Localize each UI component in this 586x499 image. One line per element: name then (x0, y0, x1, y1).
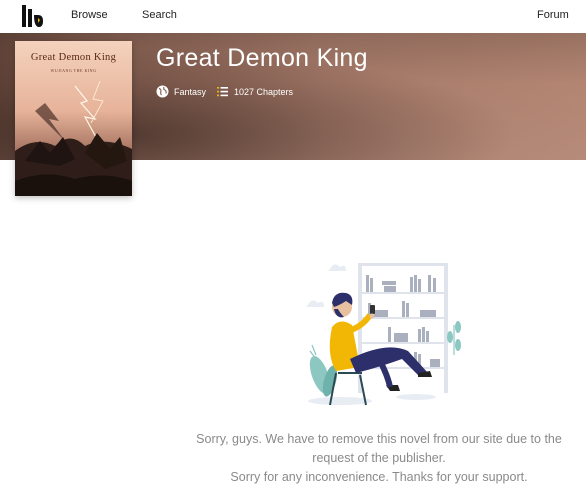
book-genre-label: Fantasy (174, 86, 207, 97)
cover-title: Great Demon King (30, 52, 117, 63)
cover-subtitle: WUJIANG THE KING (50, 68, 97, 73)
removal-notice-line-1: Sorry, guys. We have to remove this nove… (196, 432, 562, 465)
nav-browse-link[interactable]: Browse (71, 9, 108, 21)
book-cover-art (15, 41, 132, 196)
nav-search-link[interactable]: Search (142, 9, 177, 21)
book-genre[interactable]: Fantasy (156, 85, 206, 98)
book-chapters-label: 1027 Chapters (234, 86, 294, 97)
site-logo-icon[interactable] (20, 3, 44, 29)
reading-person-illustration (290, 255, 470, 415)
removal-notice: Sorry, guys. We have to remove this nove… (190, 430, 568, 487)
top-navigation: Browse Search Forum (0, 0, 586, 33)
list-icon (216, 85, 229, 98)
removal-notice-line-2: Sorry for any inconvenience. Thanks for … (230, 470, 528, 484)
globe-icon (156, 85, 169, 98)
nav-forum-link[interactable]: Forum (537, 9, 569, 21)
book-cover: Great Demon King WUJIANG THE KING (15, 41, 132, 196)
book-title: Great Demon King (156, 44, 368, 72)
book-chapters[interactable]: 1027 Chapters (216, 85, 293, 98)
